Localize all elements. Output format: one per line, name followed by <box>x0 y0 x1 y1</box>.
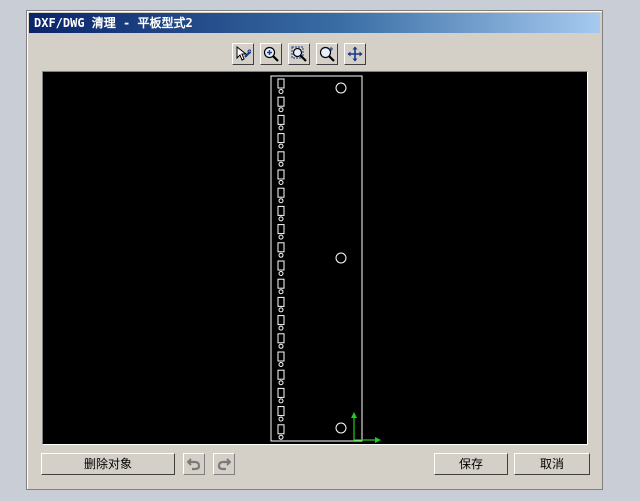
small-hole <box>278 362 284 367</box>
drawing-preview-canvas[interactable] <box>42 71 588 445</box>
zoom-fit-icon <box>291 46 307 62</box>
slot-shape <box>277 224 285 235</box>
pan-button[interactable] <box>344 43 366 65</box>
title-bar: DXF/DWG 清理 - 平板型式2 <box>29 13 600 33</box>
delete-objects-button[interactable]: 删除对象 <box>41 453 175 475</box>
mounting-hole <box>335 82 347 94</box>
slot-shape <box>277 133 285 144</box>
slot-shape <box>277 424 285 435</box>
small-hole <box>278 143 284 149</box>
zoom-area-button[interactable] <box>316 43 338 65</box>
x-axis-arrow <box>375 437 381 443</box>
slot-shape <box>277 406 285 417</box>
undo-button[interactable] <box>183 453 205 475</box>
small-hole <box>278 125 284 131</box>
window-title: DXF/DWG 清理 - 平板型式2 <box>34 16 193 30</box>
small-hole <box>278 307 284 313</box>
slot-shape <box>277 387 285 398</box>
pan-move-icon <box>347 46 363 62</box>
slot-shape <box>277 78 285 89</box>
slot-shape <box>277 315 285 326</box>
zoom-in-button[interactable] <box>260 43 282 65</box>
slot-shape <box>277 351 285 362</box>
slot-shape <box>277 169 285 180</box>
dxf-cleanup-dialog: DXF/DWG 清理 - 平板型式2 删除对象 保存 取消 <box>26 10 603 490</box>
slot-shape <box>277 151 285 162</box>
small-hole <box>278 234 284 240</box>
slot-shape <box>277 114 285 125</box>
zoom-fit-button[interactable] <box>288 43 310 65</box>
zoom-area-icon <box>319 46 335 62</box>
small-hole <box>278 289 284 295</box>
slot-shape <box>277 369 285 380</box>
mounting-hole <box>335 252 347 264</box>
cancel-button[interactable]: 取消 <box>514 453 590 475</box>
select-tool-button[interactable] <box>232 43 254 65</box>
small-hole <box>278 380 284 386</box>
small-hole <box>278 180 284 185</box>
slot-shape <box>277 96 285 107</box>
undo-icon <box>187 458 201 471</box>
small-hole <box>278 398 284 404</box>
small-hole <box>278 434 284 440</box>
small-hole <box>278 161 284 167</box>
slot-shape <box>277 187 285 198</box>
redo-button[interactable] <box>213 453 235 475</box>
mounting-hole <box>335 422 347 434</box>
slot-shape <box>277 260 285 271</box>
view-toolbar <box>229 43 374 67</box>
y-axis-arrow <box>351 412 357 418</box>
small-hole <box>278 325 284 331</box>
slot-shape <box>277 205 285 216</box>
slot-shape <box>277 296 285 307</box>
redo-icon <box>217 458 231 471</box>
small-hole <box>278 89 284 94</box>
small-hole <box>278 271 284 276</box>
cursor-wrench-icon <box>236 46 251 61</box>
slot-shape <box>277 333 285 344</box>
dxf-drawing <box>270 75 381 443</box>
small-hole <box>278 198 284 204</box>
small-hole <box>278 416 284 422</box>
small-hole <box>278 216 284 222</box>
small-hole <box>278 252 284 258</box>
zoom-in-icon <box>263 46 279 62</box>
slot-shape <box>277 278 285 289</box>
plate-outline <box>270 75 363 442</box>
save-button[interactable]: 保存 <box>434 453 508 475</box>
small-hole <box>278 107 284 113</box>
slot-shape <box>277 242 285 253</box>
small-hole <box>278 343 284 349</box>
